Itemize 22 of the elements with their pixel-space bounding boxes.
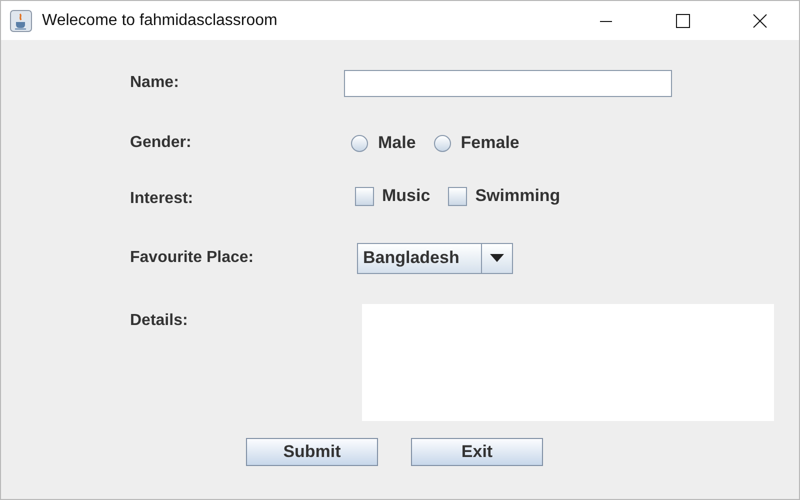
option-label: Female [460, 133, 520, 153]
window-title: Welecome to fahmidasclassroom [42, 12, 278, 30]
radio-button[interactable] [351, 134, 368, 152]
checkbox[interactable] [355, 186, 374, 206]
field-label: Interest: [130, 190, 194, 208]
field-label: Gender: [130, 134, 192, 152]
field-label: Details: [130, 312, 189, 330]
field-label: Favourite Place: [130, 249, 255, 267]
dropdown-arrow-icon[interactable] [490, 254, 504, 262]
maximize-icon[interactable] [676, 14, 690, 28]
option-label: Swimming [475, 186, 560, 206]
form-button[interactable]: Exit [411, 438, 543, 466]
option-label: Music [382, 186, 430, 206]
place-dropdown[interactable]: Bangladesh [357, 242, 513, 274]
name-input-field[interactable] [344, 70, 672, 96]
checkbox[interactable] [448, 186, 468, 206]
radio-button[interactable] [434, 134, 451, 152]
close-icon[interactable] [753, 14, 767, 28]
option-label: Male [378, 133, 416, 153]
field-label: Name: [130, 74, 180, 92]
form-button[interactable]: Submit [246, 438, 378, 466]
coffee-cup-icon [10, 10, 32, 32]
